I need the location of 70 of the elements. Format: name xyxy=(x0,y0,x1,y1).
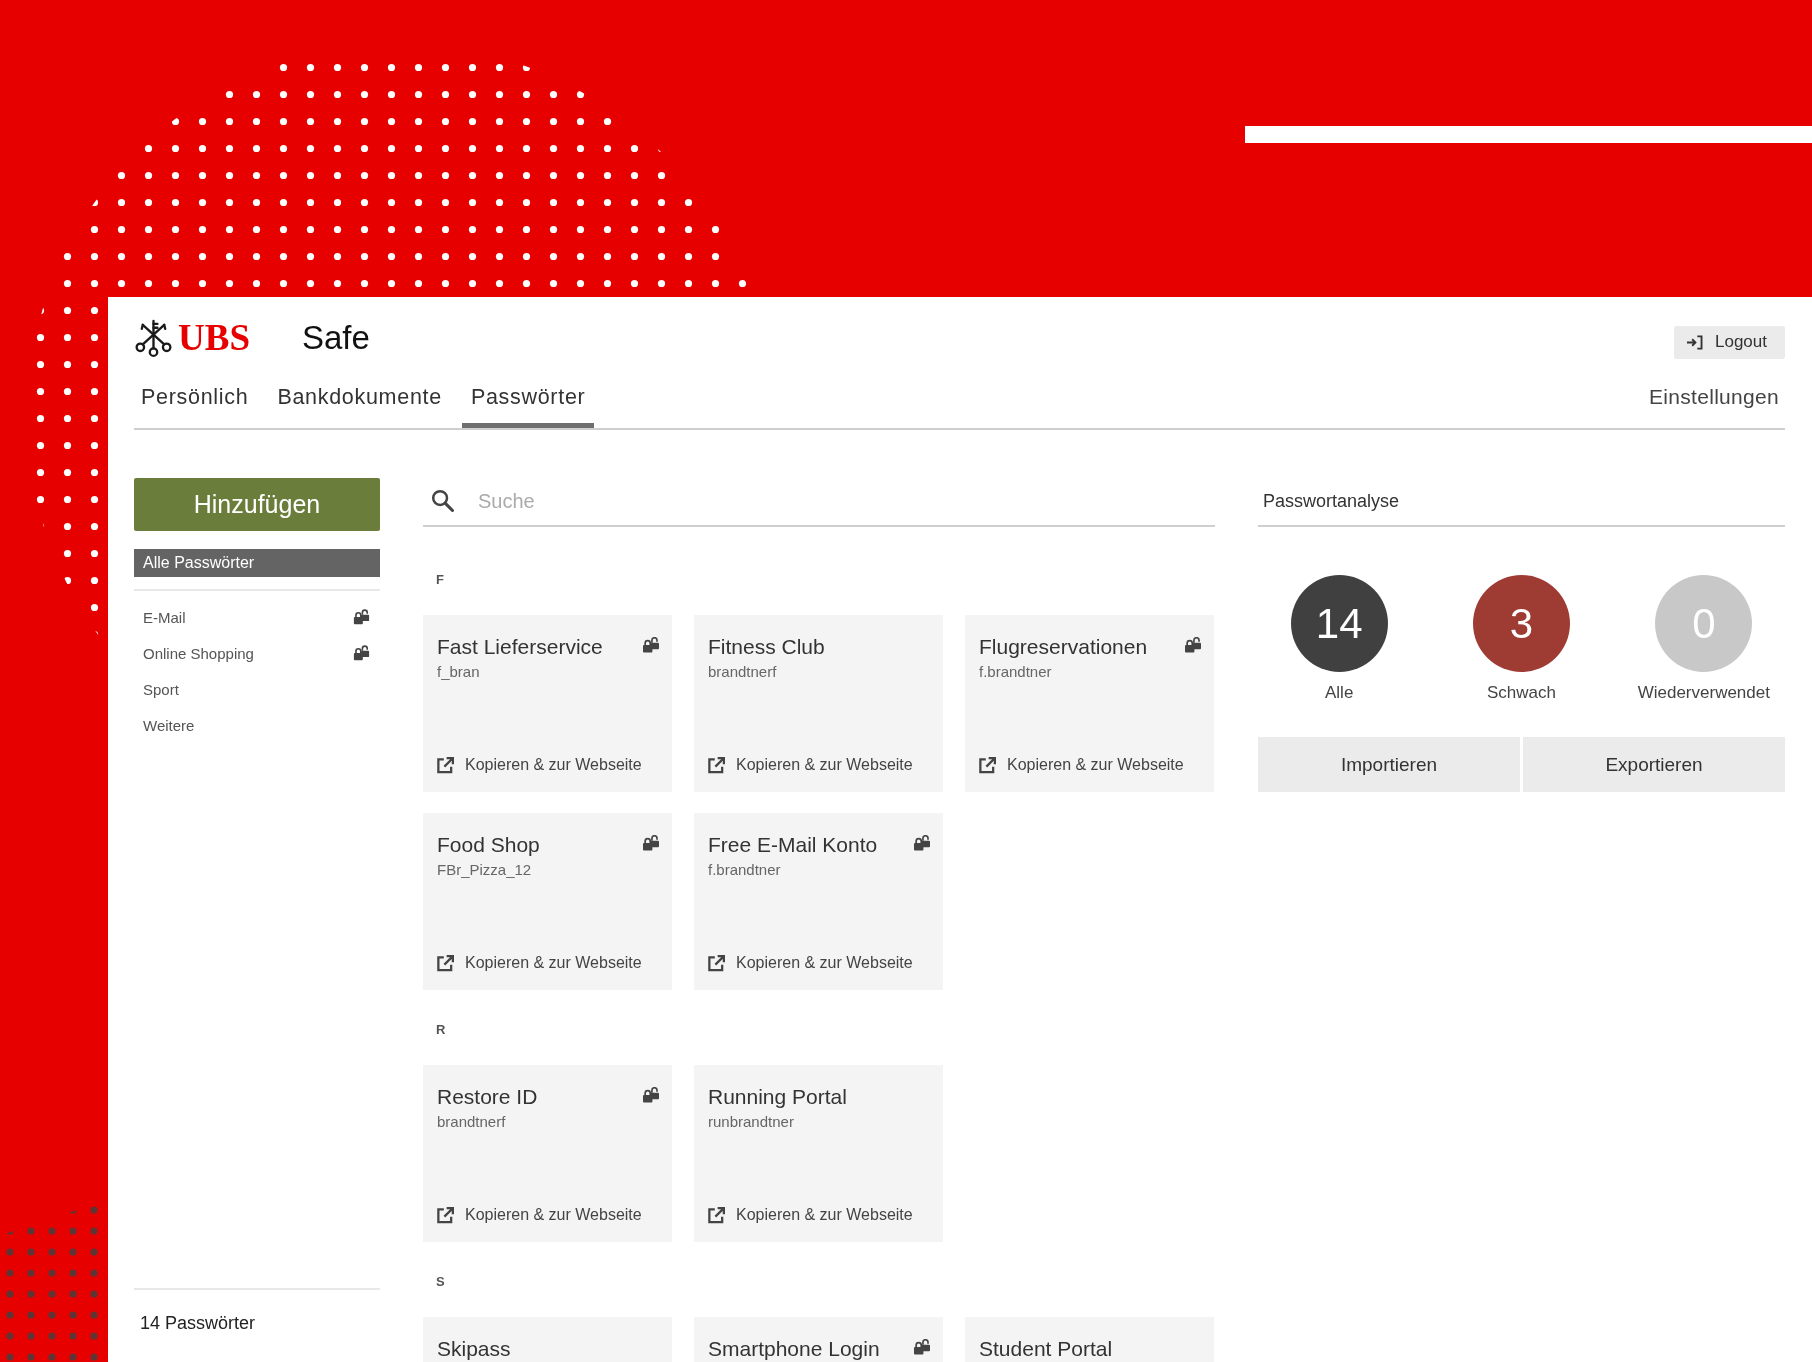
username: runbrandtner xyxy=(708,1113,794,1131)
logout-icon xyxy=(1686,334,1703,350)
password-card[interactable]: Fast Lieferservice f_bran Kopieren & zur Webseite xyxy=(423,615,672,792)
username: f.brandtner xyxy=(708,861,781,879)
entry-title: Food Shop xyxy=(437,832,540,857)
password-card[interactable]: Restore ID brandtnerf Kopieren & zur Webseite xyxy=(423,1065,672,1242)
count-circle[interactable]: 14 xyxy=(1290,575,1388,672)
add-button[interactable]: Hinzufügen xyxy=(134,478,380,531)
entry-title: Restore ID xyxy=(437,1084,538,1109)
tab[interactable]: Persönlich xyxy=(132,384,258,428)
entry-title: Free E-Mail Konto xyxy=(708,832,878,857)
copy-link[interactable]: Kopieren & zur Webseite xyxy=(708,953,913,973)
panel-title: Passwortanalyse xyxy=(1258,478,1785,527)
entry-title: Fast Lieferservice xyxy=(437,634,603,659)
section-letter: S xyxy=(436,1274,445,1290)
password-card[interactable]: Flugreservationen f.brandtner Kopieren & zur Webseite xyxy=(965,615,1214,792)
import-button[interactable]: Importieren xyxy=(1258,737,1520,792)
username: brandtnerf xyxy=(708,663,777,681)
copy-link[interactable]: Kopieren & zur Webseite xyxy=(437,953,642,973)
password-card[interactable]: Food Shop FBr_Pizza_12 Kopieren & zur Webseite xyxy=(423,813,672,990)
entry-title: Fitness Club xyxy=(708,634,825,659)
tab[interactable]: Bankdokumente xyxy=(268,384,451,428)
password-card[interactable]: Running Portal runbrandtner Kopieren & zur Webseite xyxy=(694,1065,943,1242)
external-link-icon xyxy=(437,756,454,774)
entry-title: Smartphone Login xyxy=(708,1336,880,1361)
external-link-icon xyxy=(437,1206,454,1224)
external-link-icon xyxy=(708,756,725,774)
stat-label: Alle xyxy=(1325,683,1354,703)
section-letter: R xyxy=(436,1022,446,1038)
copy-link[interactable]: Kopieren & zur Webseite xyxy=(708,1205,913,1225)
password-card[interactable]: Fitness Club brandtnerf Kopieren & zur Webseite xyxy=(694,615,943,792)
password-card[interactable]: Skipass xyxy=(423,1317,672,1362)
export-button[interactable]: Exportieren xyxy=(1523,737,1785,792)
category-item[interactable]: Alle Passwörter xyxy=(134,549,380,577)
username: f_bran xyxy=(437,663,480,681)
logo-text: UBS xyxy=(178,318,250,358)
stat-label: Wiederverwendet xyxy=(1637,683,1770,703)
search-icon xyxy=(431,489,454,512)
password-card[interactable]: Student Portal xyxy=(965,1317,1214,1362)
external-link-icon xyxy=(708,954,725,972)
username: brandtnerf xyxy=(437,1113,506,1131)
password-card[interactable]: Smartphone Login xyxy=(694,1317,943,1362)
logout-button[interactable]: Logout xyxy=(1674,325,1785,359)
copy-link[interactable]: Kopieren & zur Webseite xyxy=(979,755,1184,775)
section-letter: F xyxy=(436,572,444,588)
username: FBr_Pizza_12 xyxy=(437,861,532,879)
username: f.brandtner xyxy=(979,663,1052,681)
count-circle[interactable]: 3 xyxy=(1473,575,1570,672)
tab[interactable]: Passwörter xyxy=(461,384,595,428)
category-item[interactable]: E-Mail xyxy=(134,599,380,635)
category-item[interactable]: Sport xyxy=(134,671,380,707)
external-link-icon xyxy=(979,756,996,774)
stat-label: Schwach xyxy=(1487,683,1556,703)
password-count: 14 Passwörter xyxy=(140,1313,256,1333)
settings-link[interactable]: Einstellungen xyxy=(1643,384,1785,428)
entry-title: Running Portal xyxy=(708,1084,847,1109)
search-field[interactable]: Suche xyxy=(423,478,1215,527)
entry-title: Skipass xyxy=(437,1336,511,1361)
entry-title: Student Portal xyxy=(979,1336,1113,1361)
entry-title: Flugreservationen xyxy=(979,634,1148,659)
app-title: Safe xyxy=(302,318,370,358)
copy-link[interactable]: Kopieren & zur Webseite xyxy=(437,1205,642,1225)
password-card[interactable]: Free E-Mail Konto f.brandtner Kopieren & zur Webseite xyxy=(694,813,943,990)
category-item[interactable]: Weitere xyxy=(134,707,380,743)
external-link-icon xyxy=(708,1206,725,1224)
copy-link[interactable]: Kopieren & zur Webseite xyxy=(708,755,913,775)
keys-logo-icon xyxy=(134,319,173,357)
external-link-icon xyxy=(437,954,454,972)
category-item[interactable]: Online Shopping xyxy=(134,635,380,671)
copy-link[interactable]: Kopieren & zur Webseite xyxy=(437,755,642,775)
